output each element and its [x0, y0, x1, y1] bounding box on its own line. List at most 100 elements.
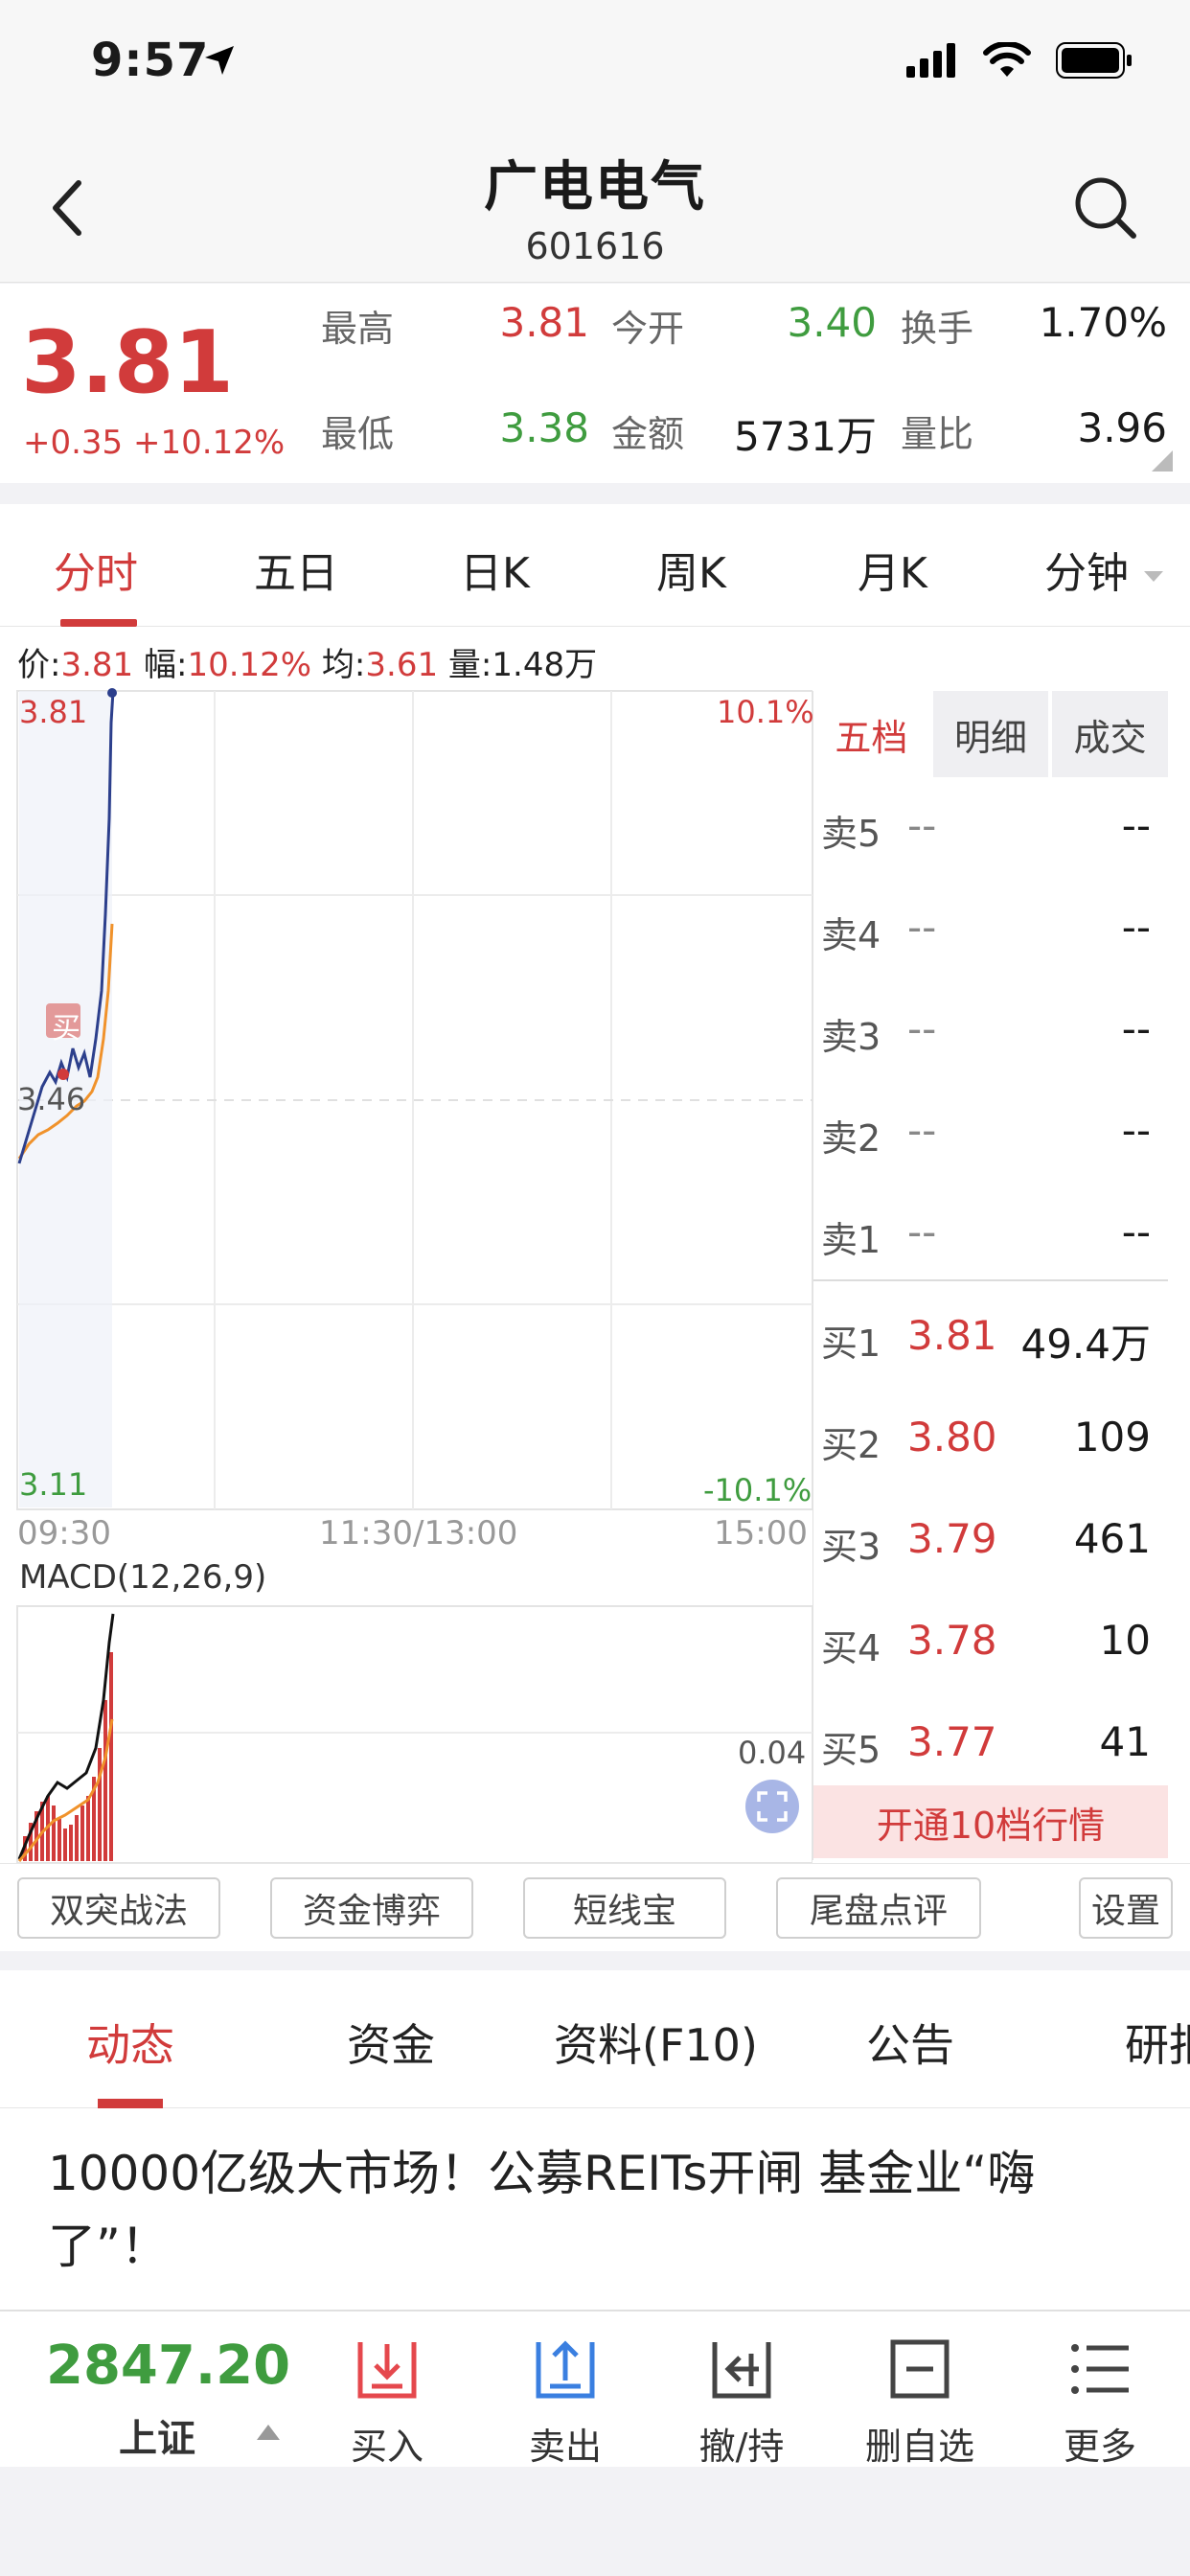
sell-button[interactable]: 卖出	[489, 2334, 642, 2470]
ask-price: --	[907, 802, 937, 849]
index-name: 上证	[119, 2417, 195, 2461]
low-label: 最低	[321, 413, 395, 455]
analysis-tools: 双突战法 资金博弈 短线宝 尾盘点评 设置	[0, 1863, 1190, 1951]
caret-up-icon	[257, 2425, 280, 2440]
tab-capital[interactable]: 资金	[347, 2011, 435, 2074]
bid-price: 3.79	[907, 1515, 997, 1562]
search-button[interactable]	[1067, 170, 1144, 246]
upgrade-ten-level-button[interactable]: 开通10档行情	[813, 1785, 1168, 1858]
high-label: 最高	[321, 308, 395, 350]
bid-row: 买5 3.77 41	[813, 1690, 1168, 1791]
cellular-signal-icon	[906, 43, 955, 78]
chart-panel: 价:3.81 幅:10.12% 均:3.61 量:1.48万 3.81 3.46…	[0, 627, 1190, 1942]
stock-code: 601616	[525, 225, 665, 267]
info-tabs: 动态 资金 资料(F10) 公告 研报	[0, 1970, 1190, 2108]
bid-price: 3.78	[907, 1617, 997, 1664]
ask-volume: --	[1121, 1107, 1151, 1154]
sell-icon	[536, 2340, 595, 2399]
tab-monthly-k[interactable]: 月K	[858, 539, 927, 600]
buy-marker: 买	[52, 1012, 80, 1046]
tool-short-term[interactable]: 短线宝	[523, 1877, 726, 1939]
bid-price: 3.80	[907, 1414, 997, 1460]
buy-button[interactable]: 买入	[310, 2334, 464, 2470]
ask-volume: --	[1121, 904, 1151, 951]
ask-price: --	[907, 904, 937, 951]
index-value: 2847.20	[46, 2334, 291, 2397]
tab-f10[interactable]: 资料(F10)	[554, 2011, 758, 2074]
ask-volume: --	[1121, 1208, 1151, 1255]
tab-announcements[interactable]: 公告	[866, 2011, 954, 2074]
buy-icon	[357, 2342, 417, 2399]
bid-row: 买1 3.81 49.4万	[813, 1283, 1168, 1385]
buy-point-dot	[57, 1069, 69, 1080]
bid-label: 买1	[821, 1322, 881, 1365]
sell-label: 卖出	[528, 2426, 602, 2468]
y-axis-mid: 3.46	[17, 1081, 86, 1117]
macd-value: 0.04	[738, 1735, 807, 1771]
fullscreen-button[interactable]	[745, 1780, 799, 1833]
book-divider	[813, 1279, 1168, 1281]
tab-research[interactable]: 研报	[1125, 2011, 1190, 2074]
search-icon	[1075, 177, 1136, 239]
time-end: 15:00	[714, 1514, 808, 1552]
bid-row: 买4 3.78 10	[813, 1588, 1168, 1690]
ask-volume: --	[1121, 802, 1151, 849]
active-news-tab-indicator	[98, 2099, 163, 2108]
more-button[interactable]: 更多	[1023, 2334, 1177, 2470]
tool-capital-game[interactable]: 资金博弈	[270, 1877, 473, 1939]
tab-daily-k[interactable]: 日K	[460, 539, 530, 600]
tool-double-breakout[interactable]: 双突战法	[17, 1877, 220, 1939]
open-value: 3.40	[787, 299, 877, 346]
tab-weekly-k[interactable]: 周K	[656, 539, 726, 600]
active-tab-indicator	[60, 619, 137, 627]
tab-details[interactable]: 明细	[932, 691, 1049, 777]
page-title: 广电电气	[484, 156, 706, 218]
news-headline: 10000亿级大市场！公募REITs开闸 基金业“嗨了”！	[48, 2146, 1036, 2274]
open-label: 今开	[611, 308, 685, 350]
menu-list-icon	[1071, 2344, 1129, 2394]
bid-label: 买5	[821, 1729, 881, 1771]
settings-button[interactable]: 设置	[1079, 1877, 1173, 1939]
price-change: +0.35 +10.12%	[23, 424, 285, 462]
buy-label: 买入	[350, 2426, 423, 2468]
news-item[interactable]: 10000亿级大市场！公募REITs开闸 基金业“嗨了”！	[0, 2108, 1190, 2310]
ask-label: 卖4	[821, 914, 881, 956]
tab-news[interactable]: 动态	[86, 2011, 174, 2074]
bid-volume: 461	[1073, 1515, 1151, 1562]
tool-closing-review[interactable]: 尾盘点评	[776, 1877, 981, 1939]
expand-corner-icon[interactable]	[1152, 450, 1173, 472]
status-time: 9:57	[91, 34, 210, 87]
turnover-label: 换手	[901, 308, 974, 350]
bottom-toolbar: 2847.20 上证 买入 卖出 撤/持 删自选 更多	[0, 2310, 1190, 2470]
order-book: 五档 明细 成交 卖5 -- -- 卖4 -- -- 卖3 -- -- 卖2 -…	[812, 691, 1169, 1860]
pct-axis-top: 10.1%	[717, 694, 814, 730]
expand-icon	[757, 1791, 788, 1822]
cancel-hold-button[interactable]: 撤/持	[665, 2334, 818, 2470]
change-percent: +10.12%	[133, 424, 286, 462]
period-tabs: 分时 五日 日K 周K 月K 分钟	[0, 504, 1190, 627]
bid-label: 买3	[821, 1526, 881, 1568]
tab-trades[interactable]: 成交	[1052, 691, 1169, 777]
tab-intraday[interactable]: 分时	[54, 539, 138, 600]
remove-watchlist-button[interactable]: 删自选	[843, 2334, 996, 2470]
ask-row: 卖5 -- --	[813, 773, 1168, 875]
ask-label: 卖5	[821, 813, 881, 855]
tab-five-level[interactable]: 五档	[813, 691, 929, 777]
ask-label: 卖2	[821, 1117, 881, 1160]
volume-ratio-label: 量比	[901, 413, 974, 455]
ask-volume: --	[1121, 1005, 1151, 1052]
nav-bar: 广电电气 601616	[0, 129, 1190, 283]
macd-histogram	[23, 1652, 113, 1861]
bid-label: 买4	[821, 1627, 881, 1669]
ask-label: 卖1	[821, 1219, 881, 1261]
location-arrow-icon	[205, 46, 234, 75]
tab-minute[interactable]: 分钟	[1044, 539, 1165, 600]
volume-ratio-value: 3.96	[1077, 404, 1167, 451]
quote-header[interactable]: 3.81 +0.35 +10.12% 最高 3.81 今开 3.40 换手 1.…	[0, 284, 1190, 483]
y-axis-top: 3.81	[19, 694, 88, 730]
intraday-chart[interactable]	[0, 627, 812, 1863]
tab-minute-label: 分钟	[1044, 549, 1129, 598]
time-start: 09:30	[17, 1514, 111, 1552]
tab-five-day[interactable]: 五日	[254, 539, 338, 600]
high-value: 3.81	[499, 299, 589, 346]
